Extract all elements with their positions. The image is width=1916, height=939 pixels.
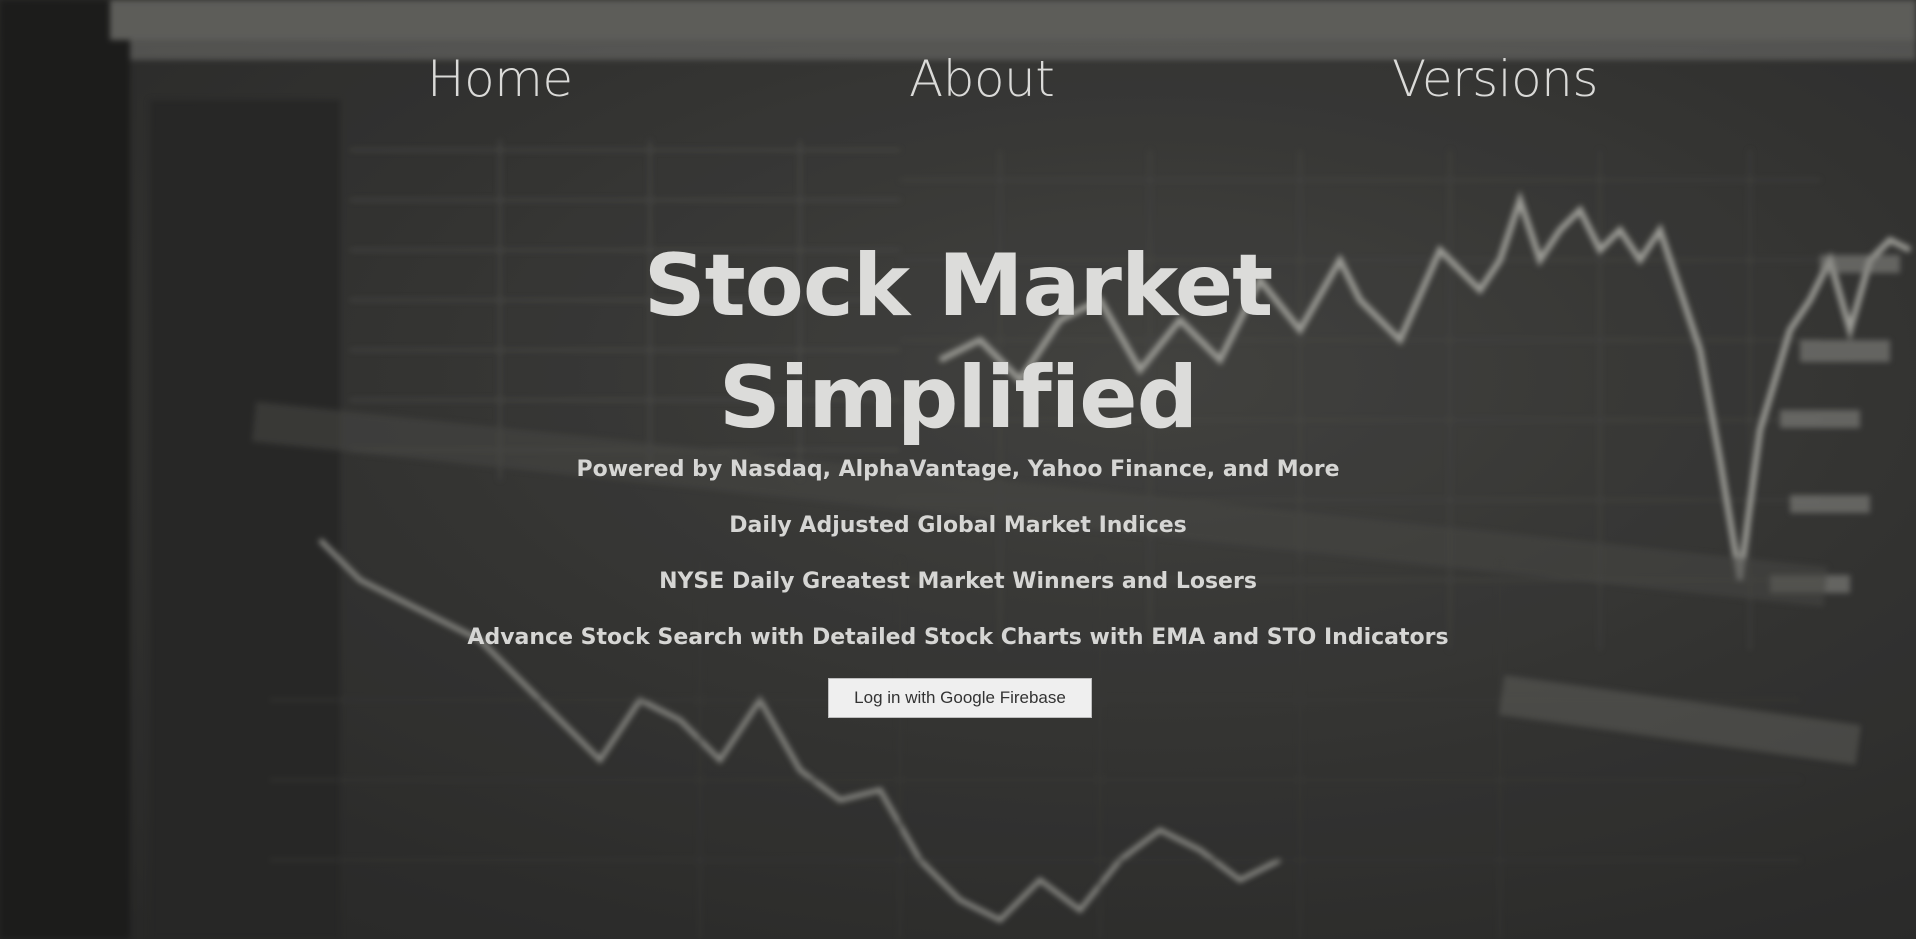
top-navigation: Home About Versions (0, 44, 1916, 114)
page-title-line-2: Simplified (718, 348, 1198, 448)
google-firebase-login-button[interactable]: Log in with Google Firebase (828, 678, 1092, 718)
feature-winners-losers: NYSE Daily Greatest Market Winners and L… (659, 569, 1257, 594)
nav-link-about[interactable]: About (909, 44, 1055, 114)
page-title-line-1: Stock Market (643, 236, 1274, 336)
nav-link-versions[interactable]: Versions (1392, 44, 1598, 114)
feature-powered-by: Powered by Nasdaq, AlphaVantage, Yahoo F… (576, 457, 1340, 482)
feature-market-indices: Daily Adjusted Global Market Indices (729, 513, 1187, 538)
nav-link-home[interactable]: Home (427, 44, 573, 114)
hero-section: Stock Market Simplified Powered by Nasda… (0, 230, 1916, 652)
feature-stock-search: Advance Stock Search with Detailed Stock… (467, 625, 1449, 650)
